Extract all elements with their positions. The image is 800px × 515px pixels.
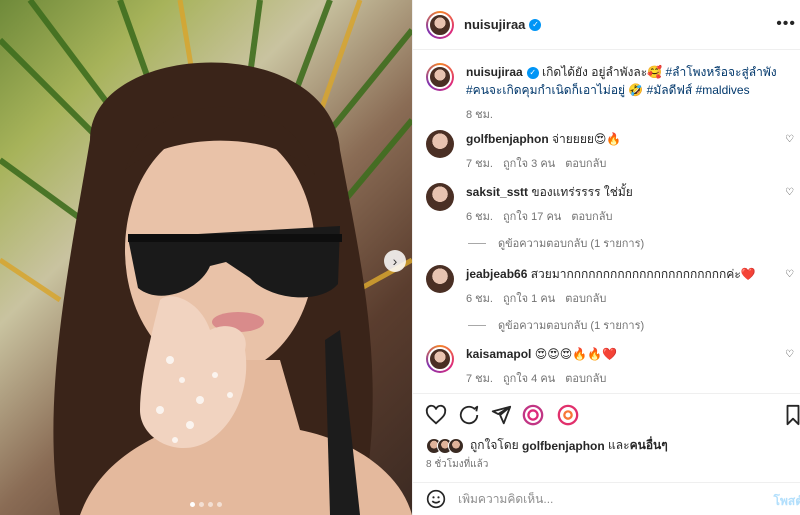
comment-like-heart-icon[interactable]: ♡ [785,269,795,280]
comment-username[interactable]: kaisamapol [466,347,531,361]
comment-time: 7 ชม. [466,373,493,385]
avatar[interactable] [426,63,454,91]
divider [468,242,486,244]
add-comment-bar: โพสต์ [413,482,800,515]
remix-icon[interactable] [557,404,579,426]
comment-text: ของแทร่รรรร ใช่มั้ย [531,185,633,199]
comment-likes[interactable]: ถูกใจ 3 คน [503,154,555,172]
comments-list[interactable]: nuisujiraa ✓ เกิดได้ยัง อยู่ลำพังละ🥰 #ลำโ… [413,51,800,391]
view-replies-label: ดูข้อความตอบกลับ (1 รายการ) [498,320,645,332]
view-replies-label: ดูข้อความตอบกลับ (1 รายการ) [498,238,645,250]
emoji-icon[interactable] [426,489,446,509]
bookmark-icon[interactable] [785,404,800,426]
caption-username[interactable]: nuisujiraa [466,65,523,79]
carousel-dot [190,502,195,507]
comment-time: 7 ชม. [466,158,493,170]
reply-button[interactable]: ตอบกลับ [565,369,606,387]
comment-icon[interactable] [458,404,480,426]
avatar[interactable] [426,265,454,293]
liker-avatars [426,437,464,454]
likes-user[interactable]: golfbenjaphon [522,439,605,453]
post-side-panel: nuisujiraa ✓ ••• nuisujiraa ✓ เกิดได้ยัง … [412,0,800,515]
likes-prefix: ถูกใจโดย [470,438,519,452]
verified-badge-icon: ✓ [526,66,539,79]
view-replies-button[interactable]: ดูข้อความตอบกลับ (1 รายการ) [468,234,644,252]
reply-button[interactable]: ตอบกลับ [565,154,606,172]
comment-username[interactable]: golfbenjaphon [466,132,549,146]
caption-time: 8 ชม. [466,109,493,121]
view-replies-button[interactable]: ดูข้อความตอบกลับ (1 รายการ) [468,316,644,334]
comment-text: 😍😍😍🔥🔥❤️ [534,347,618,361]
avatar[interactable] [426,183,454,211]
comment-text: สวยมากกกกกกกกกกกกกกกกกกกกกกค่ะ❤️ [530,267,756,281]
avatar[interactable] [426,130,454,158]
instagram-post-view: › nuisujiraa ✓ ••• nuisujiraa ✓ เกิดได้ยั… [0,0,800,515]
post-header: nuisujiraa ✓ ••• [413,0,800,50]
post-photo[interactable]: › [0,0,412,515]
comment-time: 6 ชม. [466,211,493,223]
author-username[interactable]: nuisujiraa [464,17,525,32]
comment-username[interactable]: saksit_sstt [466,185,528,199]
chevron-right-icon[interactable]: › [384,250,406,272]
comment-likes[interactable]: ถูกใจ 17 คน [503,207,561,225]
photo-illustration [0,0,412,515]
action-bar [413,393,800,433]
comment-username[interactable]: jeabjeab66 [466,267,527,281]
comment-like-heart-icon[interactable]: ♡ [785,349,795,360]
heart-icon[interactable] [425,404,447,426]
reel-icon[interactable] [522,404,544,426]
comment-likes[interactable]: ถูกใจ 1 คน [503,289,555,307]
caption-text: เกิดได้ยัง อยู่ลำพังละ🥰 [542,65,663,79]
verified-badge-icon: ✓ [529,18,542,31]
avatar[interactable] [426,10,454,39]
likes-summary[interactable]: ถูกใจโดย golfbenjaphon และ คนอื่นๆ [426,436,668,455]
likes-others[interactable]: คนอื่นๆ [630,436,668,455]
comment-like-heart-icon[interactable]: ♡ [785,134,795,145]
likes-joiner: และ [608,438,630,452]
carousel-dot [199,502,204,507]
carousel-dot [208,502,213,507]
divider [468,324,486,326]
carousel-dot [217,502,222,507]
post-comment-button[interactable]: โพสต์ [774,492,800,511]
more-icon[interactable]: ••• [776,15,796,33]
share-icon[interactable] [490,404,512,426]
reply-button[interactable]: ตอบกลับ [571,207,612,225]
avatar[interactable] [426,345,454,373]
comment-text: จ่ายยยย😍🔥 [552,132,622,146]
reply-button[interactable]: ตอบกลับ [565,289,606,307]
posted-time: 8 ชั่วโมงที่แล้ว [426,459,489,470]
carousel-indicator [0,502,412,507]
comment-like-heart-icon[interactable]: ♡ [785,187,795,198]
comment-input[interactable] [458,492,758,506]
comment-likes[interactable]: ถูกใจ 4 คน [503,369,555,387]
comment-time: 6 ชม. [466,293,493,305]
